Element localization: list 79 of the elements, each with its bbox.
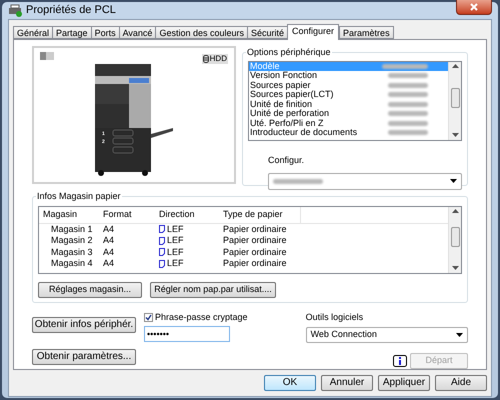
close-button[interactable] xyxy=(456,0,492,16)
tab[interactable]: Ports xyxy=(90,26,119,38)
close-icon xyxy=(470,3,478,12)
printer-icon xyxy=(8,4,22,17)
tab[interactable]: Sécurité xyxy=(246,26,288,38)
caret-icon xyxy=(456,333,463,337)
scroll-up-arrow-icon[interactable] xyxy=(452,64,458,68)
blurred-value xyxy=(388,120,428,126)
scrollbar[interactable] xyxy=(448,206,461,272)
get-settings-button[interactable]: Obtenir paramètres... xyxy=(32,348,136,364)
disk-icon xyxy=(202,54,209,62)
table-cell-text: LEF xyxy=(167,234,184,247)
group-title: Infos Magasin papier xyxy=(36,190,122,203)
scrollbar[interactable] xyxy=(448,62,461,140)
scroll-up-arrow-icon[interactable] xyxy=(452,208,458,212)
info-icon[interactable] xyxy=(393,355,407,367)
table-cell-text: Magasin 4 xyxy=(50,257,94,270)
tab[interactable]: Configurer xyxy=(287,24,340,40)
hdd-badge: HDD xyxy=(202,54,228,64)
dialog-button[interactable]: OK xyxy=(264,375,316,391)
scroll-down-arrow-icon[interactable] xyxy=(452,133,458,138)
options-list[interactable]: Modèle Version Fonction Sources papier Sources papier(LCT) Unité de finition Unité de perforation Uté. Perfo/Pli en Z Introducteur de documents xyxy=(248,60,462,140)
field-label: Configur. xyxy=(268,154,304,164)
blurred-value xyxy=(388,130,428,136)
dialog-button[interactable]: Aide xyxy=(435,375,487,391)
column-header[interactable]: Type de papier xyxy=(219,206,301,222)
option-item[interactable]: Unité de finition xyxy=(249,100,448,109)
scroll-thumb[interactable] xyxy=(450,88,460,108)
checkbox-label: Phrase-passe cryptage xyxy=(155,310,248,324)
group-title: Options périphérique xyxy=(246,46,332,59)
tab[interactable]: Général xyxy=(13,26,52,38)
scroll-down-arrow-icon[interactable] xyxy=(452,266,458,270)
option-item[interactable]: Unité de perforation xyxy=(249,109,448,118)
checkbox[interactable] xyxy=(144,312,153,322)
blurred-value xyxy=(388,102,428,107)
blurred-value xyxy=(382,64,428,69)
field-label: Outils logiciels xyxy=(306,310,364,324)
blurred-value xyxy=(388,92,428,98)
table-cell-text: LEF xyxy=(167,257,184,270)
table-cell-text: LEF xyxy=(167,222,184,236)
dialog-button[interactable]: Annuler xyxy=(321,375,373,391)
option-item[interactable]: Version Fonction xyxy=(249,71,448,80)
column-header[interactable]: Magasin xyxy=(39,206,99,222)
table-cell-text: A4 xyxy=(102,222,116,236)
table-cell-text: Magasin 2 xyxy=(50,234,94,247)
tab[interactable]: Paramètres xyxy=(339,26,394,38)
option-item[interactable]: Uté. Perfo/Pli en Z xyxy=(249,118,448,128)
table-cell-text: LEF xyxy=(167,246,184,258)
option-item[interactable]: Sources papier xyxy=(249,80,448,90)
tray-button[interactable]: Réglages magasin... xyxy=(38,282,142,298)
view-icon xyxy=(40,52,54,60)
passphrase-field[interactable]: ••••••• xyxy=(144,326,230,342)
table-cell-text: Papier ordinaire xyxy=(222,246,287,259)
dialog-button[interactable]: Appliquer xyxy=(378,375,430,391)
column-header[interactable]: Direction xyxy=(155,206,219,222)
blurred-value xyxy=(388,82,428,88)
table-cell-text: Magasin 3 xyxy=(50,246,94,259)
option-item[interactable]: Introducteur de documents xyxy=(249,128,448,138)
table-cell-text: Magasin 1 xyxy=(50,222,94,236)
caret-icon xyxy=(450,179,457,183)
option-item[interactable]: Sources papier(LCT) xyxy=(249,90,448,100)
device-info-button[interactable]: Obtenir infos périphér. xyxy=(32,316,136,332)
table-cell-text: Papier ordinaire xyxy=(222,234,287,247)
table-cell-text: A4 xyxy=(102,234,116,247)
blurred-value xyxy=(388,111,428,116)
column-header[interactable]: Format xyxy=(99,206,155,222)
tools-dropdown[interactable]: Web Connection xyxy=(306,327,468,343)
blurred-value xyxy=(388,73,428,78)
tab[interactable]: Avancé xyxy=(118,26,156,38)
tab[interactable]: Partage xyxy=(52,26,91,38)
table-cell-text: Papier ordinaire xyxy=(222,222,287,236)
table-cell-text: A4 xyxy=(102,246,116,258)
table-cell-text: Papier ordinaire xyxy=(222,257,287,270)
tray-button[interactable]: Régler nom pap.par utilisat.... xyxy=(150,282,276,298)
tab[interactable]: Gestion des couleurs xyxy=(155,26,247,38)
window-title: Propriétés de PCL xyxy=(26,3,116,18)
table-cell-text: A4 xyxy=(102,257,116,270)
scroll-thumb[interactable] xyxy=(450,227,460,248)
blurred-value xyxy=(273,178,323,184)
